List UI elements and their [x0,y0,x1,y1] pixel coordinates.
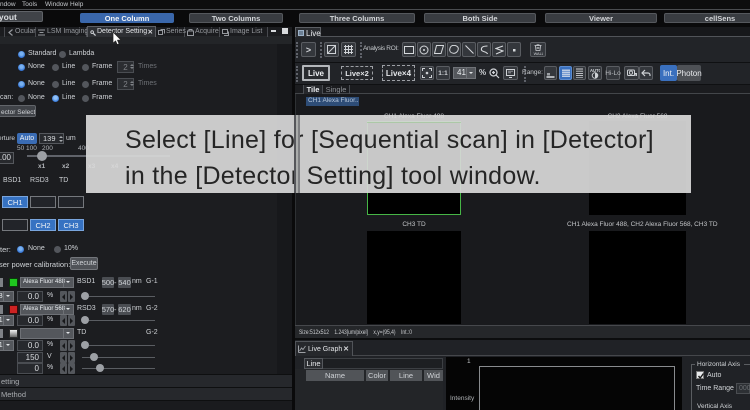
svg-text:WALL: WALL [534,52,543,56]
svg-text:AUTO: AUTO [590,68,600,73]
